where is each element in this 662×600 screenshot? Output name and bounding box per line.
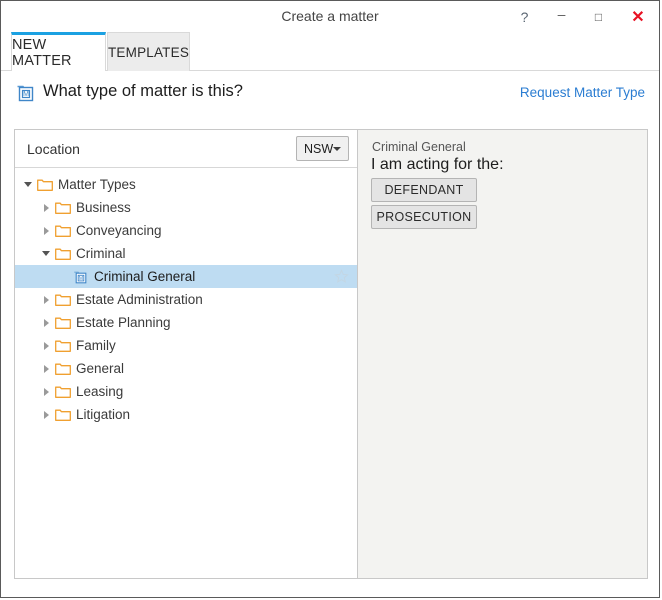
tree-item-litigation[interactable]: Litigation bbox=[15, 403, 357, 426]
tab-new-matter[interactable]: NEW MATTER bbox=[11, 32, 106, 71]
location-bar: Location NSW bbox=[15, 130, 357, 168]
svg-text:M: M bbox=[23, 91, 29, 98]
folder-icon bbox=[55, 293, 71, 306]
minimize-icon[interactable]: – bbox=[543, 1, 580, 32]
tree-item-label: Criminal bbox=[76, 246, 126, 261]
tree-item-leasing[interactable]: Leasing bbox=[15, 380, 357, 403]
folder-icon bbox=[55, 385, 71, 398]
location-dropdown[interactable]: NSW bbox=[296, 136, 349, 161]
tree-item-label: Leasing bbox=[76, 384, 124, 399]
svg-text:M: M bbox=[79, 275, 83, 281]
tree-item-family[interactable]: Family bbox=[15, 334, 357, 357]
folder-icon bbox=[55, 224, 71, 237]
tree-item-criminal[interactable]: Criminal bbox=[15, 242, 357, 265]
tree-item-matter-types[interactable]: Matter Types bbox=[15, 173, 357, 196]
tree-item-conveyancing[interactable]: Conveyancing bbox=[15, 219, 357, 242]
folder-icon bbox=[55, 201, 71, 214]
folder-icon bbox=[55, 408, 71, 421]
create-matter-window: Create a matter ? – □ ✕ NEW MATTER TEMPL… bbox=[0, 0, 660, 598]
role-button-prosecution[interactable]: PROSECUTION bbox=[371, 205, 477, 229]
tree-item-label: Conveyancing bbox=[76, 223, 162, 238]
tree-item-label: Criminal General bbox=[94, 269, 196, 284]
tree-item-business[interactable]: Business bbox=[15, 196, 357, 219]
tree-item-general[interactable]: General bbox=[15, 357, 357, 380]
help-icon[interactable]: ? bbox=[506, 1, 543, 32]
chevron-down-icon[interactable] bbox=[22, 173, 34, 196]
chevron-right-icon[interactable] bbox=[40, 380, 52, 403]
matter-type-tree-panel: Location NSW Matter Types Business Conveya… bbox=[15, 130, 358, 578]
page-header: M What type of matter is this? Request M… bbox=[1, 71, 659, 115]
tab-strip: NEW MATTER TEMPLATES bbox=[1, 32, 659, 71]
chevron-right-icon[interactable] bbox=[40, 219, 52, 242]
request-matter-type-link[interactable]: Request Matter Type bbox=[520, 85, 645, 100]
chevron-down-icon bbox=[333, 146, 341, 151]
window-controls: ? – □ ✕ bbox=[506, 1, 659, 32]
role-button-defendant[interactable]: DEFENDANT bbox=[371, 178, 477, 202]
folder-icon bbox=[55, 362, 71, 375]
location-label: Location bbox=[27, 141, 80, 157]
location-dropdown-value: NSW bbox=[304, 141, 334, 156]
chevron-right-icon[interactable] bbox=[40, 334, 52, 357]
page-title: What type of matter is this? bbox=[43, 82, 243, 100]
tree-item-label: Estate Planning bbox=[76, 315, 171, 330]
folder-icon bbox=[55, 247, 71, 260]
tree-item-criminal-general[interactable]: M Criminal General bbox=[15, 265, 357, 288]
chevron-right-icon[interactable] bbox=[40, 196, 52, 219]
tree-item-label: Litigation bbox=[76, 407, 131, 422]
matter-type-icon: M bbox=[73, 270, 89, 284]
chevron-right-icon[interactable] bbox=[40, 288, 52, 311]
matter-detail-panel: Criminal General I am acting for the: DE… bbox=[358, 130, 647, 578]
matter-type-icon: M bbox=[15, 83, 37, 103]
chevron-right-icon[interactable] bbox=[40, 311, 52, 334]
title-bar: Create a matter ? – □ ✕ bbox=[1, 1, 659, 32]
folder-icon bbox=[55, 316, 71, 329]
folder-icon bbox=[37, 178, 53, 191]
tree-item-label: Estate Administration bbox=[76, 292, 203, 307]
content-area: Location NSW Matter Types Business Conveya… bbox=[14, 129, 648, 579]
maximize-icon[interactable]: □ bbox=[580, 1, 617, 32]
tree-item-label: Family bbox=[76, 338, 116, 353]
tab-templates[interactable]: TEMPLATES bbox=[107, 32, 190, 71]
tree-item-label: General bbox=[76, 361, 125, 376]
tree-item-label: Business bbox=[76, 200, 131, 215]
tree-item-estate-administration[interactable]: Estate Administration bbox=[15, 288, 357, 311]
close-icon[interactable]: ✕ bbox=[617, 1, 659, 32]
detail-matter-type: Criminal General bbox=[372, 140, 466, 154]
chevron-down-icon[interactable] bbox=[40, 242, 52, 265]
folder-icon bbox=[55, 339, 71, 352]
tree-item-label: Matter Types bbox=[58, 177, 136, 192]
matter-type-tree: Matter Types Business Conveyancing Criminal… bbox=[15, 168, 357, 426]
tree-item-estate-planning[interactable]: Estate Planning bbox=[15, 311, 357, 334]
chevron-right-icon[interactable] bbox=[40, 357, 52, 380]
favourite-star-icon[interactable] bbox=[334, 269, 349, 284]
chevron-right-icon[interactable] bbox=[40, 403, 52, 426]
detail-prompt: I am acting for the: bbox=[371, 156, 504, 173]
